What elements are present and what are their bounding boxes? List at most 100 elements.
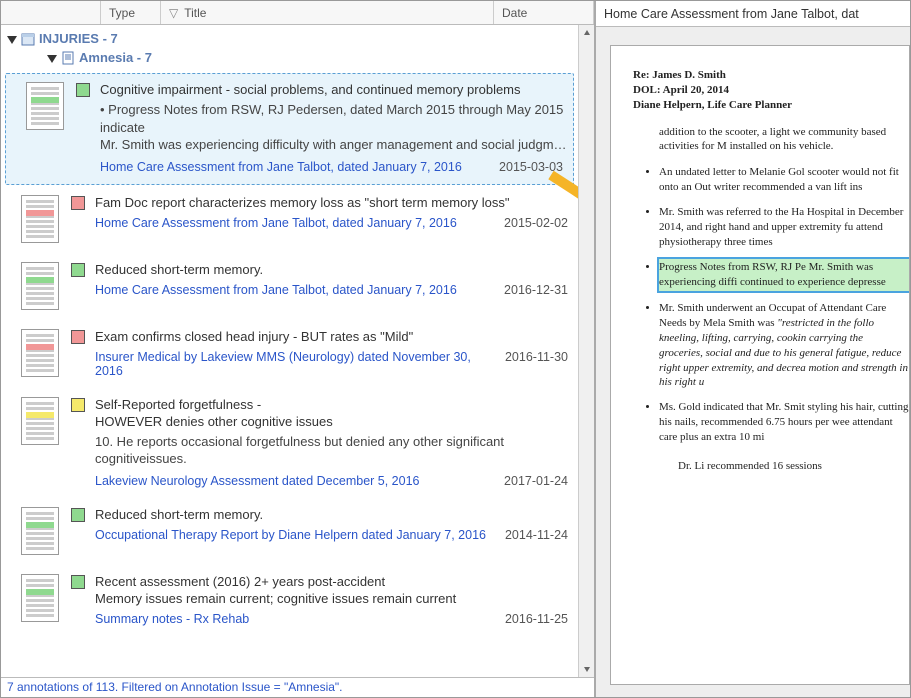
item-title: Exam confirms closed head injury - BUT r… <box>95 329 572 344</box>
doc-bullet: Mr. Smith underwent an Occupat of Attend… <box>659 301 909 390</box>
issue-tag-icon <box>76 83 90 97</box>
item-footer: Summary notes - Rx Rehab 2016-11-25 <box>95 612 572 626</box>
list-item[interactable]: Self-Reported forgetfulness - HOWEVER den… <box>1 389 578 499</box>
list-scroll-region: INJURIES - 7 Amnesia - 7 <box>1 25 578 677</box>
item-footer: Lakeview Neurology Assessment dated Dece… <box>95 474 572 488</box>
item-title-line2: Memory issues remain current; cognitive … <box>95 591 572 606</box>
page-thumbnail[interactable] <box>21 329 59 377</box>
column-date[interactable]: Date <box>494 1 594 24</box>
item-title: Reduced short-term memory. <box>95 262 572 277</box>
tree-node-amnesia[interactable]: Amnesia - 7 <box>47 48 572 67</box>
issue-tag-icon <box>71 575 85 589</box>
scroll-up-icon[interactable] <box>579 25 594 41</box>
tree-node-injuries-label: INJURIES - 7 <box>39 31 118 46</box>
doc-paragraph: Dr. Li recommended 16 sessions <box>678 459 909 474</box>
app-root: Type ▽ Title Date <box>0 0 911 698</box>
doc-bullet: Ms. Gold indicated that Mr. Smit styling… <box>659 400 909 445</box>
item-body: Cognitive impairment - social problems, … <box>100 82 567 174</box>
item-date: 2014-11-24 <box>505 528 568 542</box>
issue-tag-icon <box>71 398 85 412</box>
highlighted-passage[interactable]: Progress Notes from RSW, RJ Pe Mr. Smith… <box>659 259 909 291</box>
page-thumbnail[interactable] <box>26 82 64 130</box>
scroll-down-icon[interactable] <box>579 661 594 677</box>
item-body: Reduced short-term memory. Home Care Asse… <box>95 262 572 310</box>
item-body: Recent assessment (2016) 2+ years post-a… <box>95 574 572 626</box>
item-date: 2016-11-25 <box>505 612 568 626</box>
doc-paragraph: addition to the scooter, a light we comm… <box>659 125 909 155</box>
doc-bullet: Mr. Smith was referred to the Ha Hospita… <box>659 205 909 250</box>
doc-from: Diane Helpern, Life Care Planner <box>633 98 909 113</box>
item-date: 2015-02-02 <box>504 216 568 230</box>
item-title: Self-Reported forgetfulness - <box>95 397 572 412</box>
status-bar: 7 annotations of 113. Filtered on Annota… <box>1 677 594 697</box>
page-thumbnail[interactable] <box>21 195 59 243</box>
item-footer: Home Care Assessment from Jane Talbot, d… <box>95 216 572 230</box>
item-title: Fam Doc report characterizes memory loss… <box>95 195 572 210</box>
item-source-link[interactable]: Insurer Medical by Lakeview MMS (Neurolo… <box>95 350 489 378</box>
doc-re: Re: James D. Smith <box>633 68 909 83</box>
tree-node-injuries[interactable]: INJURIES - 7 <box>7 29 572 48</box>
folder-icon <box>21 32 35 46</box>
list-item[interactable]: Fam Doc report characterizes memory loss… <box>1 187 578 254</box>
item-body: Self-Reported forgetfulness - HOWEVER den… <box>95 397 572 488</box>
item-title: Cognitive impairment - social problems, … <box>100 82 567 97</box>
issue-tag-icon <box>71 196 85 210</box>
item-date: 2015-03-03 <box>499 160 563 174</box>
item-source-link[interactable]: Occupational Therapy Report by Diane Hel… <box>95 528 486 542</box>
column-type[interactable]: Type <box>101 1 161 24</box>
doc-bullet: Progress Notes from RSW, RJ Pe Mr. Smith… <box>659 259 909 291</box>
item-source-link[interactable]: Lakeview Neurology Assessment dated Dece… <box>95 474 420 488</box>
item-snippet: 10. He reports occasional forgetfulness … <box>95 433 572 468</box>
issue-tag-icon <box>71 263 85 277</box>
item-body: Reduced short-term memory. Occupational T… <box>95 507 572 555</box>
item-date: 2016-12-31 <box>504 283 568 297</box>
list-item[interactable]: Cognitive impairment - social problems, … <box>5 73 574 185</box>
item-title: Reduced short-term memory. <box>95 507 572 522</box>
document-icon <box>61 51 75 65</box>
column-title-label: Title <box>184 6 206 20</box>
item-snippet: Mr. Smith was experiencing difficulty wi… <box>100 136 567 154</box>
document-preview-pane: Home Care Assessment from Jane Talbot, d… <box>595 1 910 697</box>
item-footer: Occupational Therapy Report by Diane Hel… <box>95 528 572 542</box>
document-page: Re: James D. Smith DOL: April 20, 2014 D… <box>610 45 910 685</box>
column-headers: Type ▽ Title Date <box>1 1 594 25</box>
item-source-link[interactable]: Home Care Assessment from Jane Talbot, d… <box>95 216 457 230</box>
page-thumbnail[interactable] <box>21 507 59 555</box>
sort-indicator-icon: ▽ <box>169 6 178 20</box>
item-footer: Home Care Assessment from Jane Talbot, d… <box>100 160 567 174</box>
item-source-link[interactable]: Home Care Assessment from Jane Talbot, d… <box>100 160 462 174</box>
item-body: Exam confirms closed head injury - BUT r… <box>95 329 572 378</box>
issue-tag-icon <box>71 330 85 344</box>
page-thumbnail[interactable] <box>21 574 59 622</box>
doc-bullet-list: An undated letter to Melanie Gol scooter… <box>633 165 909 445</box>
item-date: 2017-01-24 <box>504 474 568 488</box>
item-source-link[interactable]: Summary notes - Rx Rehab <box>95 612 249 626</box>
doc-dol: DOL: April 20, 2014 <box>633 83 909 98</box>
breadcrumb[interactable]: Home Care Assessment from Jane Talbot, d… <box>596 1 910 27</box>
page-thumbnail[interactable] <box>21 397 59 445</box>
caret-down-icon <box>7 34 17 44</box>
item-source-link[interactable]: Home Care Assessment from Jane Talbot, d… <box>95 283 457 297</box>
issue-tag-icon <box>71 508 85 522</box>
item-body: Fam Doc report characterizes memory loss… <box>95 195 572 243</box>
list-item[interactable]: Exam confirms closed head injury - BUT r… <box>1 321 578 389</box>
tree-node-amnesia-label: Amnesia - 7 <box>79 50 152 65</box>
list-item[interactable]: Recent assessment (2016) 2+ years post-a… <box>1 566 578 637</box>
item-footer: Home Care Assessment from Jane Talbot, d… <box>95 283 572 297</box>
item-footer: Insurer Medical by Lakeview MMS (Neurolo… <box>95 350 572 378</box>
doc-header: Re: James D. Smith DOL: April 20, 2014 D… <box>633 68 909 113</box>
item-title: Recent assessment (2016) 2+ years post-a… <box>95 574 572 589</box>
annotation-list-pane: Type ▽ Title Date <box>1 1 595 697</box>
column-title[interactable]: ▽ Title <box>161 1 494 24</box>
vertical-scrollbar[interactable] <box>578 25 594 677</box>
doc-bullet: An undated letter to Melanie Gol scooter… <box>659 165 909 195</box>
item-snippet: • Progress Notes from RSW, RJ Pedersen, … <box>100 101 567 136</box>
document-viewport[interactable]: Re: James D. Smith DOL: April 20, 2014 D… <box>596 27 910 697</box>
list-item[interactable]: Reduced short-term memory. Home Care Asse… <box>1 254 578 321</box>
list-item[interactable]: Reduced short-term memory. Occupational T… <box>1 499 578 566</box>
caret-down-icon <box>47 53 57 63</box>
item-date: 2016-11-30 <box>505 350 568 364</box>
item-title-line2: HOWEVER denies other cognitive issues <box>95 414 572 429</box>
page-thumbnail[interactable] <box>21 262 59 310</box>
column-blank[interactable] <box>1 1 101 24</box>
